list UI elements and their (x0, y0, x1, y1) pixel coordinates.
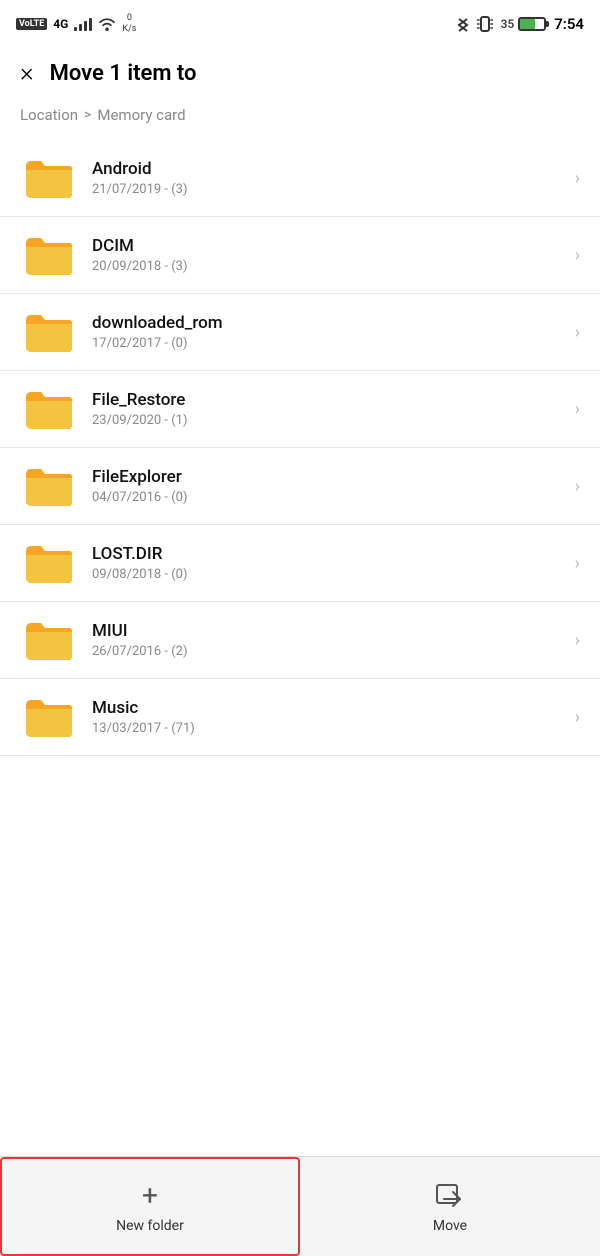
battery-fill (520, 19, 534, 29)
new-folder-label: New folder (116, 1218, 184, 1234)
breadcrumb-current: Memory card (97, 106, 185, 124)
battery-box (518, 17, 546, 31)
status-bar: VoLTE 4G 0K/s (0, 0, 600, 48)
folder-meta: 09/08/2018 - (0) (92, 567, 567, 582)
vibrate-icon (477, 15, 493, 33)
bluetooth-icon (457, 15, 469, 33)
header: × Move 1 item to (0, 48, 600, 102)
chevron-right-icon: › (575, 322, 580, 343)
folder-meta: 23/09/2020 - (1) (92, 413, 567, 428)
volte-indicator: VoLTE (16, 18, 47, 30)
folder-name: FileExplorer (92, 467, 567, 487)
folder-info: Music 13/03/2017 - (71) (92, 698, 567, 736)
folder-meta: 21/07/2019 - (3) (92, 182, 567, 197)
battery-indicator: 35 (501, 17, 547, 31)
page-title: Move 1 item to (50, 61, 197, 86)
main-content: × Move 1 item to Location > Memory card … (0, 48, 600, 1156)
folder-item[interactable]: downloaded_rom 17/02/2017 - (0) › (0, 294, 600, 371)
folder-name: MIUI (92, 621, 567, 641)
new-folder-icon: + (142, 1179, 158, 1212)
folder-item[interactable]: DCIM 20/09/2018 - (3) › (0, 217, 600, 294)
folder-item[interactable]: Android 21/07/2019 - (3) › (0, 140, 600, 217)
folder-name: DCIM (92, 236, 567, 256)
folder-icon (20, 462, 76, 510)
clock: 7:54 (554, 15, 584, 33)
folder-name: Music (92, 698, 567, 718)
folder-icon (20, 616, 76, 664)
folder-name: downloaded_rom (92, 313, 567, 333)
folder-info: MIUI 26/07/2016 - (2) (92, 621, 567, 659)
wifi-icon (98, 17, 116, 31)
move-icon (434, 1180, 466, 1212)
new-folder-button[interactable]: + New folder (0, 1157, 300, 1256)
folder-info: DCIM 20/09/2018 - (3) (92, 236, 567, 274)
folder-meta: 17/02/2017 - (0) (92, 336, 567, 351)
folder-item[interactable]: FileExplorer 04/07/2016 - (0) › (0, 448, 600, 525)
chevron-right-icon: › (575, 707, 580, 728)
folder-name: Android (92, 159, 567, 179)
status-bar-right: 35 7:54 (457, 15, 584, 33)
signal-bars (74, 17, 92, 31)
folder-info: downloaded_rom 17/02/2017 - (0) (92, 313, 567, 351)
folder-meta: 04/07/2016 - (0) (92, 490, 567, 505)
data-speed: 0K/s (122, 13, 136, 35)
folder-icon (20, 539, 76, 587)
status-bar-left: VoLTE 4G 0K/s (16, 13, 136, 35)
bottom-bar: + New folder Move (0, 1156, 600, 1256)
chevron-right-icon: › (575, 168, 580, 189)
folder-info: LOST.DIR 09/08/2018 - (0) (92, 544, 567, 582)
folder-info: Android 21/07/2019 - (3) (92, 159, 567, 197)
chevron-right-icon: › (575, 553, 580, 574)
folder-item[interactable]: LOST.DIR 09/08/2018 - (0) › (0, 525, 600, 602)
chevron-right-icon: › (575, 245, 580, 266)
folder-info: FileExplorer 04/07/2016 - (0) (92, 467, 567, 505)
folder-icon (20, 385, 76, 433)
folder-icon (20, 231, 76, 279)
folder-icon (20, 693, 76, 741)
breadcrumb-location[interactable]: Location (20, 106, 78, 124)
breadcrumb: Location > Memory card (0, 102, 600, 140)
4g-indicator: 4G (53, 17, 68, 31)
chevron-right-icon: › (575, 630, 580, 651)
close-button[interactable]: × (20, 60, 34, 86)
folder-meta: 13/03/2017 - (71) (92, 721, 567, 736)
folder-name: File_Restore (92, 390, 567, 410)
breadcrumb-separator: > (84, 107, 91, 123)
folder-item[interactable]: Music 13/03/2017 - (71) › (0, 679, 600, 756)
chevron-right-icon: › (575, 476, 580, 497)
chevron-right-icon: › (575, 399, 580, 420)
folder-icon (20, 308, 76, 356)
folder-item[interactable]: MIUI 26/07/2016 - (2) › (0, 602, 600, 679)
folder-meta: 20/09/2018 - (3) (92, 259, 567, 274)
folder-list: Android 21/07/2019 - (3) › DCIM 20/09/20… (0, 140, 600, 756)
folder-item[interactable]: File_Restore 23/09/2020 - (1) › (0, 371, 600, 448)
folder-meta: 26/07/2016 - (2) (92, 644, 567, 659)
move-label: Move (433, 1218, 467, 1234)
folder-icon (20, 154, 76, 202)
folder-name: LOST.DIR (92, 544, 567, 564)
move-button[interactable]: Move (300, 1157, 600, 1256)
folder-info: File_Restore 23/09/2020 - (1) (92, 390, 567, 428)
